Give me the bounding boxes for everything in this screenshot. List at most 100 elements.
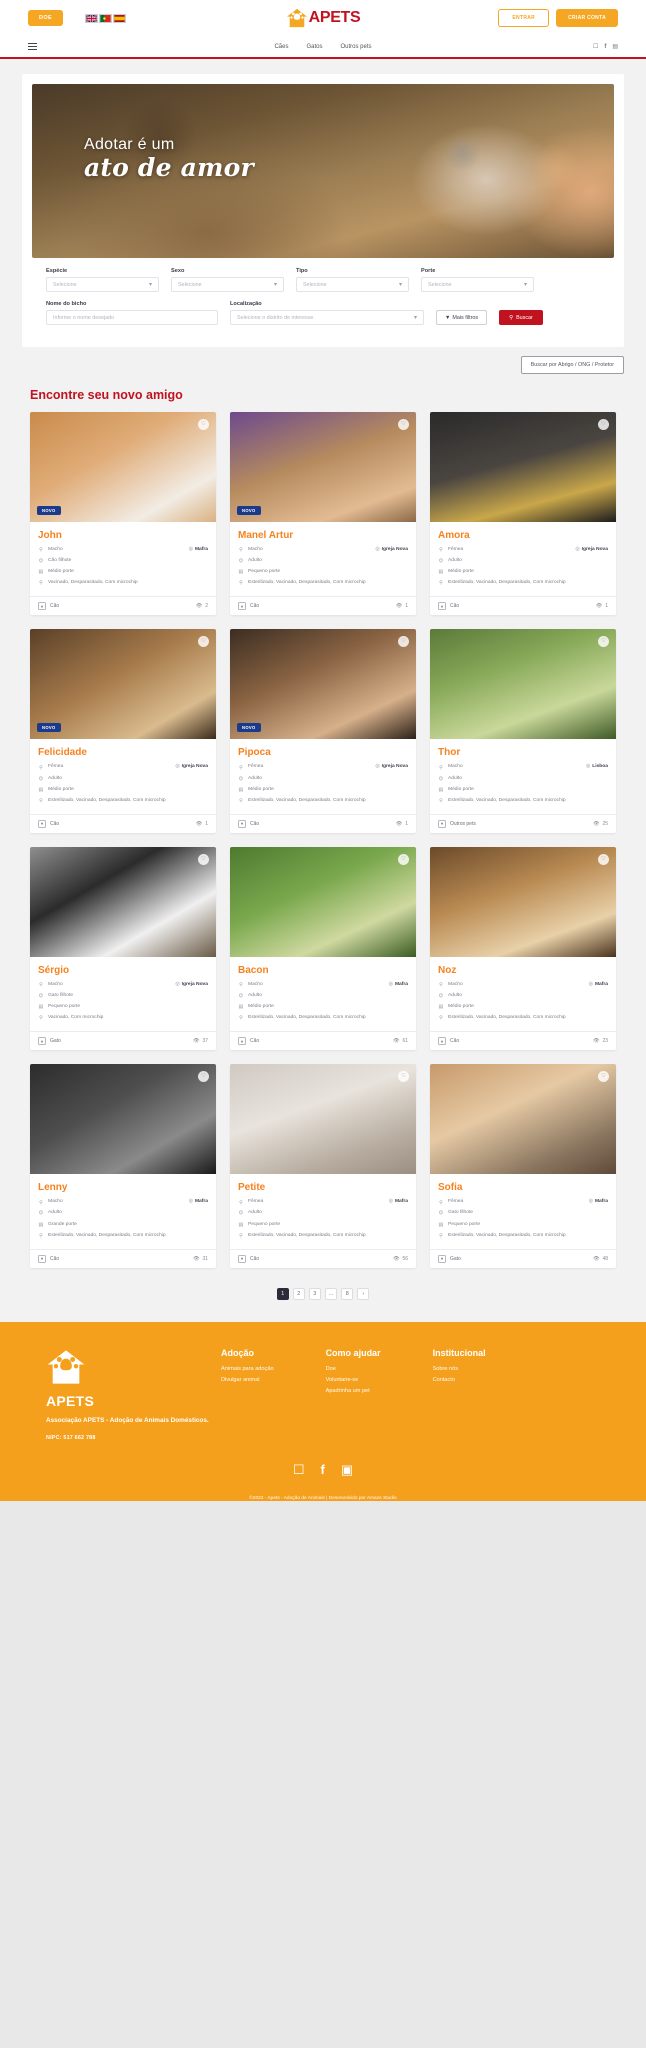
pet-card[interactable]: ♡ Sérgio ⚲ Macho ◎ Igreja Nova ⏣ Gato filhote ▤ P…: [30, 846, 216, 1051]
new-badge: NOVO: [37, 506, 61, 515]
youtube-icon[interactable]: ▣: [341, 1463, 353, 1476]
pet-saude: Vacinado, Com microchip: [48, 1015, 104, 1021]
pet-photo[interactable]: ♡: [230, 846, 416, 957]
favorite-heart-icon[interactable]: ♡: [198, 419, 209, 430]
search-icon: ⚲: [509, 314, 514, 321]
signup-button[interactable]: CRIAR CONTA: [556, 9, 618, 27]
search-by-shelter-button[interactable]: Buscar por Abrigo / ONG / Protetor: [520, 356, 624, 374]
pet-photo[interactable]: ♡: [230, 1064, 416, 1175]
filter-localizacao-select[interactable]: Selecione o distrito de interesse: [230, 310, 424, 325]
pet-species-text: Cão: [50, 603, 60, 610]
pet-species-text: Cão: [250, 820, 260, 827]
search-button[interactable]: ⚲ Buscar: [499, 310, 543, 325]
filter-sexo-select[interactable]: Selecione: [171, 277, 284, 292]
pet-location-text: Mafra: [594, 1199, 608, 1205]
pet-photo[interactable]: ♡: [430, 846, 616, 957]
pet-card[interactable]: NOVO ♡ Pipoca ⚲ Fêmea ◎ Igreja Nova ⏣ Adulto ▤ Méd…: [230, 629, 416, 833]
pet-sexo: Macho: [248, 547, 263, 552]
footer-link[interactable]: Voluntarie-se: [326, 1377, 381, 1383]
pet-card[interactable]: ♡ Thor ⚲ Macho ◎ Lisboa ⏣ Adulto ▤ Médio porte ⚲ Es…: [430, 629, 616, 833]
pet-photo[interactable]: ♡: [430, 1064, 616, 1175]
pet-card[interactable]: ♡ Bacon ⚲ Macho ◎ Mafra ⏣ Adulto ▤ Médio porte ⚲ Es…: [230, 846, 416, 1051]
footer-link[interactable]: Animais para adoção: [221, 1366, 274, 1372]
filter-nome-label: Nome do bicho: [46, 301, 87, 307]
nav-item-gatos[interactable]: Gatos: [306, 44, 322, 50]
gender-icon: ⚲: [439, 982, 443, 989]
favorite-heart-icon[interactable]: ♡: [398, 853, 409, 865]
pet-location: ◎ Igreja Nova: [175, 764, 208, 771]
pet-views: 👁 37: [193, 1038, 208, 1044]
hamburger-menu-icon[interactable]: [28, 43, 37, 50]
pagination-page[interactable]: 8: [341, 1287, 354, 1300]
favorite-heart-icon[interactable]: ♡: [598, 636, 609, 648]
pagination-page[interactable]: ›: [357, 1287, 370, 1300]
pet-photo[interactable]: ♡: [430, 629, 616, 740]
pagination-page[interactable]: 2: [292, 1287, 305, 1300]
favorite-heart-icon[interactable]: ♡: [198, 853, 209, 865]
footer-column-institucional: Institucional Sobre nós Contacto: [433, 1348, 486, 1441]
instagram-icon[interactable]: ☐: [293, 1463, 305, 1476]
pet-card[interactable]: NOVO ♡ Felicidade ⚲ Fêmea ◎ Igreja Nova ⏣ Adulto…: [30, 629, 216, 833]
pet-card[interactable]: NOVO ♡ John ⚲ Macho ◎ Mafra ⏣ Cão filhote ▤ Médio …: [30, 412, 216, 616]
pet-tipo: Adulto: [48, 1210, 62, 1216]
pet-attr-saude: ⚲ Esterilizado, Vacinado, Desparasitado, …: [438, 1233, 608, 1240]
pet-location-text: Igreja Nova: [581, 547, 608, 552]
footer-link[interactable]: Divulgar animal: [221, 1377, 274, 1383]
filter-porte-select[interactable]: Selecione: [421, 277, 534, 292]
paw-icon: ●: [38, 1254, 46, 1263]
pet-name: Amora: [438, 530, 470, 541]
pet-photo[interactable]: NOVO ♡: [230, 412, 416, 522]
pet-photo[interactable]: NOVO ♡: [30, 629, 216, 740]
pet-photo[interactable]: NOVO ♡: [230, 629, 416, 740]
footer-link[interactable]: Apadrinha um pet: [326, 1388, 381, 1394]
login-button[interactable]: ENTRAR: [498, 9, 550, 27]
pagination-page[interactable]: 3: [308, 1287, 321, 1300]
pet-species-text: Cão: [250, 603, 260, 610]
pet-photo[interactable]: ♡: [30, 1064, 216, 1175]
pet-location-text: Igreja Nova: [381, 764, 408, 770]
footer-link[interactable]: Doe: [326, 1366, 381, 1372]
paw-icon: ●: [438, 819, 446, 828]
filter-nome-input[interactable]: Informe o nome desejado: [46, 310, 218, 325]
favorite-heart-icon[interactable]: ♡: [398, 636, 409, 648]
donate-button[interactable]: DOE: [28, 10, 64, 26]
nav-item-outros-pets[interactable]: Outros pets: [341, 44, 372, 50]
uk-flag-icon[interactable]: [85, 13, 99, 23]
favorite-heart-icon[interactable]: ♡: [398, 1071, 409, 1083]
facebook-icon[interactable]: f: [321, 1463, 325, 1476]
pet-card-body: Thor ⚲ Macho ◎ Lisboa ⏣ Adulto ▤ Médio porte ⚲ Est…: [430, 739, 616, 813]
favorite-heart-icon[interactable]: ♡: [198, 1071, 209, 1083]
top-bar: DOE APETS ENTRAR CRIAR CONTA: [0, 0, 646, 36]
pet-attr-saude: ⚲ Esterilizado, Vacinado, Desparasitado, …: [238, 1015, 408, 1022]
instagram-icon[interactable]: ☐: [593, 44, 598, 50]
favorite-heart-icon[interactable]: ♡: [598, 1071, 609, 1083]
pet-photo[interactable]: ♡: [430, 412, 616, 522]
pet-card[interactable]: ♡ Lenny ⚲ Macho ◎ Mafra ⏣ Adulto ▤ Grande porte ⚲ E…: [30, 1064, 216, 1268]
footer-link[interactable]: Sobre nós: [433, 1366, 486, 1372]
eye-icon: 👁: [593, 1038, 600, 1045]
spain-flag-icon[interactable]: [113, 13, 127, 23]
facebook-icon[interactable]: f: [604, 44, 606, 50]
pet-card[interactable]: ♡ Noz ⚲ Macho ◎ Mafra ⏣ Adulto ▤ Médio porte ⚲ Este…: [430, 846, 616, 1051]
site-logo[interactable]: APETS: [286, 8, 361, 28]
footer-link[interactable]: Contacto: [433, 1377, 486, 1383]
more-filters-button[interactable]: ▼ Mais filtros: [436, 310, 488, 325]
pet-card[interactable]: ♡ Sofia ⚲ Fêmea ◎ Mafra ⏣ Gato filhote ▤ Pequeno …: [430, 1064, 616, 1268]
portugal-flag-icon[interactable]: [99, 13, 113, 23]
youtube-icon[interactable]: ▤: [612, 44, 618, 50]
pet-card[interactable]: NOVO ♡ Manel Artur ⚲ Macho ◎ Igreja Nova ⏣ Adult…: [230, 412, 416, 616]
filter-especie-select[interactable]: Selecione: [46, 277, 159, 292]
pagination-page[interactable]: 1: [276, 1287, 289, 1300]
favorite-heart-icon[interactable]: ♡: [398, 419, 409, 430]
favorite-heart-icon[interactable]: ♡: [598, 419, 609, 430]
pet-card[interactable]: ♡ Amora ⚲ Fêmea ◎ Igreja Nova ⏣ Adulto ▤ Médio po…: [430, 412, 616, 616]
filter-tipo-select[interactable]: Selecione: [296, 277, 409, 292]
pet-photo[interactable]: ♡: [30, 846, 216, 957]
pagination-page[interactable]: ...: [324, 1287, 338, 1300]
favorite-heart-icon[interactable]: ♡: [198, 636, 209, 648]
pet-photo[interactable]: NOVO ♡: [30, 412, 216, 522]
pet-card[interactable]: ♡ Petite ⚲ Fêmea ◎ Mafra ⏣ Adulto ▤ Pequeno porte…: [230, 1064, 416, 1268]
favorite-heart-icon[interactable]: ♡: [598, 853, 609, 865]
filter-tipo: Tipo Selecione: [296, 268, 409, 292]
nav-item-caes[interactable]: Cães: [274, 44, 288, 50]
